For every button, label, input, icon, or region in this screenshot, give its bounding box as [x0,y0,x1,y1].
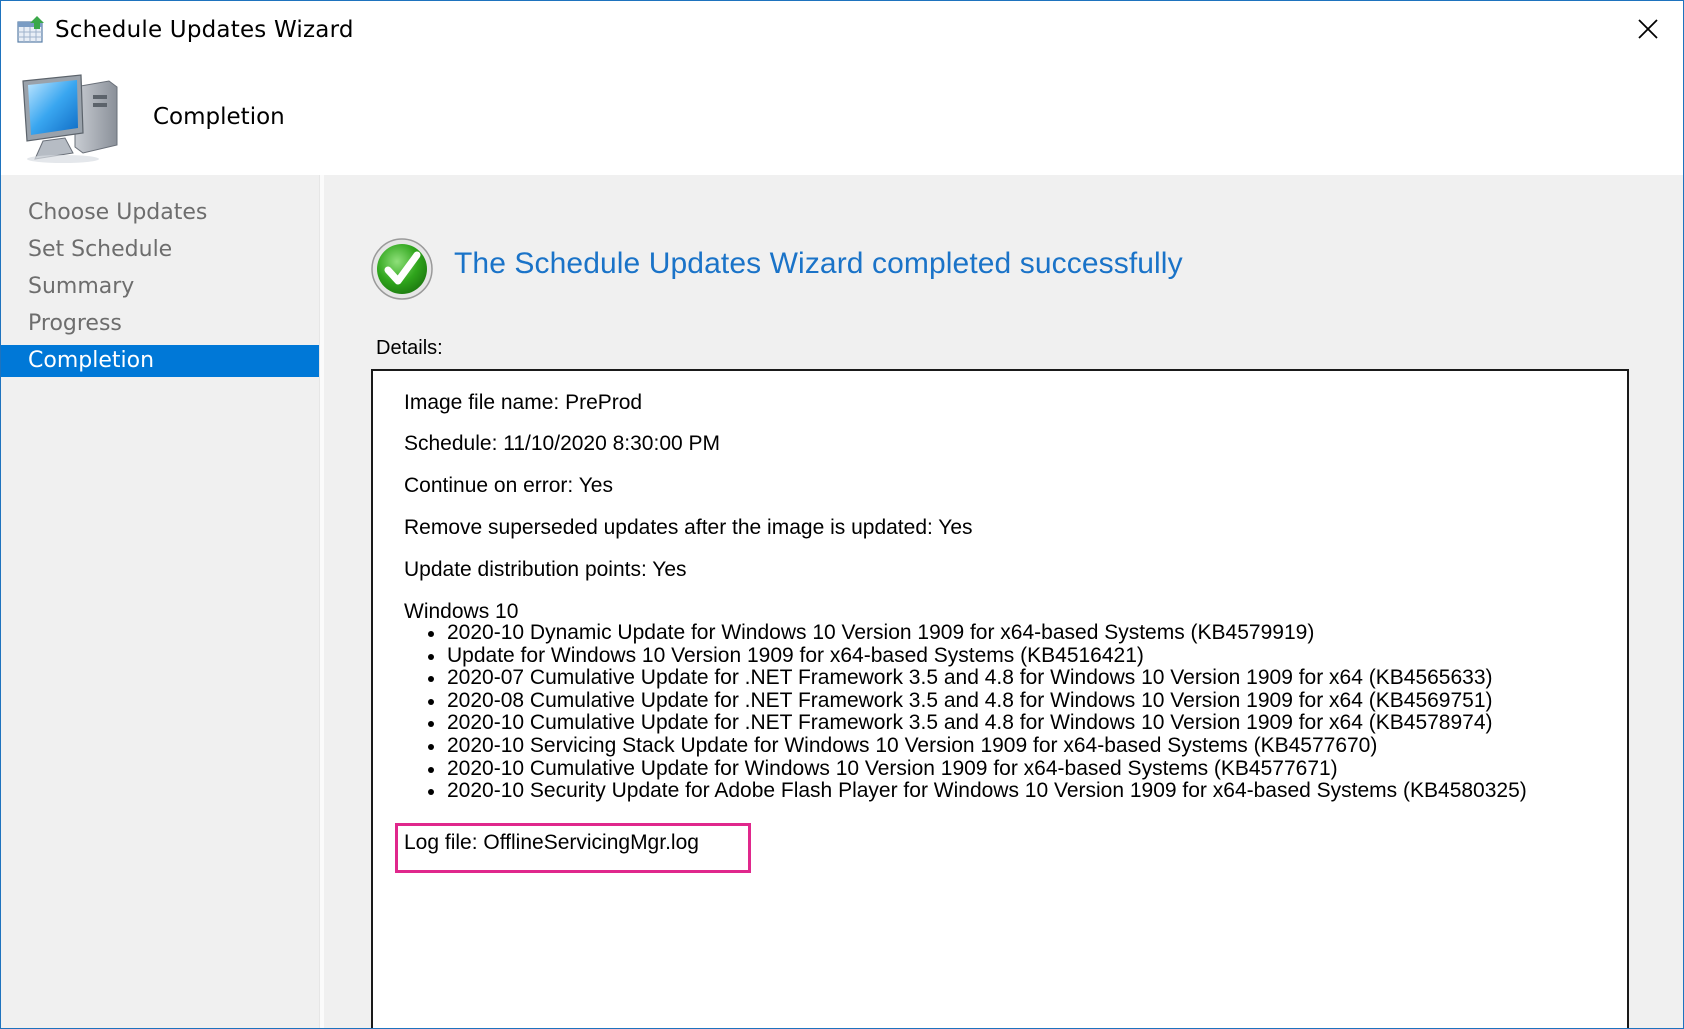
list-item: 2020-07 Cumulative Update for .NET Frame… [404,667,1527,690]
sidebar-item-progress[interactable]: Progress [1,308,319,340]
success-message: The Schedule Updates Wizard completed su… [454,247,1183,280]
detail-remove-superseded: Remove superseded updates after the imag… [404,516,973,539]
green-checkmark-icon [371,238,433,300]
detail-update-distribution-points: Update distribution points: Yes [404,558,687,581]
sidebar-item-set-schedule[interactable]: Set Schedule [1,234,319,266]
sidebar-item-summary[interactable]: Summary [1,271,319,303]
close-icon [1638,19,1658,39]
list-item: 2020-08 Cumulative Update for .NET Frame… [404,689,1527,713]
page-title: Completion [153,104,285,130]
list-item: 2020-10 Dynamic Update for Windows 10 Ve… [404,621,1527,645]
sidebar-item-choose-updates[interactable]: Choose Updates [1,197,319,229]
sidebar-item-completion[interactable]: Completion [1,345,319,377]
details-label: Details: [376,337,443,359]
close-button[interactable] [1613,1,1683,57]
schedule-calendar-icon [17,16,44,43]
list-item: 2020-10 Cumulative Update for .NET Frame… [404,712,1527,735]
title-bar: Schedule Updates Wizard [1,1,1683,59]
detail-log-file: Log file: OfflineServicingMgr.log [404,831,699,854]
computer-monitor-icon [22,74,118,163]
main-content: The Schedule Updates Wizard completed su… [324,175,1683,1028]
detail-schedule: Schedule: 11/10/2020 8:30:00 PM [404,432,721,455]
wizard-header: Completion [1,59,1683,175]
wizard-window: Schedule Updates Wizard Completion Choos… [0,0,1684,1029]
detail-continue-on-error: Continue on error: Yes [404,474,613,497]
wizard-steps-sidebar: Choose Updates Set Schedule Summary Prog… [1,175,320,1028]
detail-image-file-name: Image file name: PreProd [404,391,643,414]
list-item: Update for Windows 10 Version 1909 for x… [404,644,1527,668]
window-title: Schedule Updates Wizard [55,17,354,43]
list-item: 2020-10 Cumulative Update for Windows 10… [404,757,1527,781]
list-item: 2020-10 Security Update for Adobe Flash … [404,780,1527,803]
list-item: 2020-10 Servicing Stack Update for Windo… [404,734,1527,758]
details-textbox[interactable]: Image file name: PreProd Schedule: 11/10… [371,369,1629,1028]
updates-list: 2020-10 Dynamic Update for Windows 10 Ve… [404,621,1527,803]
